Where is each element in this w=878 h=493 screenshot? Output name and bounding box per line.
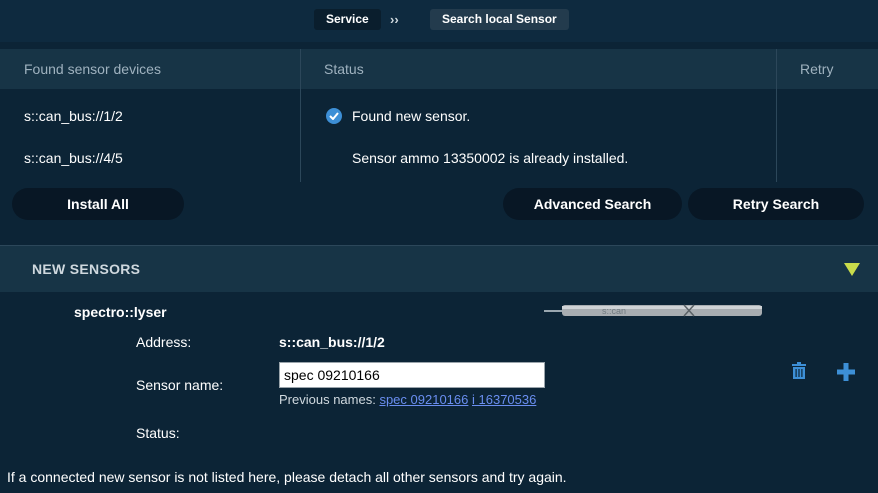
trash-icon[interactable] bbox=[792, 362, 806, 379]
sensor-image-label: s::can bbox=[602, 306, 626, 316]
address-value: s::can_bus://1/2 bbox=[279, 334, 385, 350]
address-label: Address: bbox=[136, 334, 192, 350]
plus-icon[interactable] bbox=[836, 362, 856, 382]
breadcrumb-current: Search local Sensor bbox=[430, 9, 569, 30]
breadcrumb-service[interactable]: Service bbox=[314, 9, 381, 30]
column-header-devices: Found sensor devices bbox=[24, 61, 161, 77]
triangle-down-icon[interactable] bbox=[844, 263, 860, 276]
table-row: s::can_bus://1/2 Found new sensor. bbox=[0, 93, 878, 139]
status-label: Status: bbox=[136, 425, 180, 441]
sensor-type-name: spectro::lyser bbox=[74, 304, 167, 320]
install-all-button[interactable]: Install All bbox=[12, 188, 184, 220]
table-row: s::can_bus://4/5 Sensor ammo 13350002 is… bbox=[0, 135, 878, 181]
advanced-search-button[interactable]: Advanced Search bbox=[503, 188, 682, 220]
previous-names: Previous names: spec 09210166 i 16370536 bbox=[279, 392, 536, 407]
device-address: s::can_bus://1/2 bbox=[24, 108, 123, 124]
previous-name-link[interactable]: i 16370536 bbox=[472, 392, 536, 407]
previous-names-label: Previous names: bbox=[279, 392, 376, 407]
table-header: Found sensor devices Status Retry bbox=[0, 49, 878, 89]
top-bar: Service ›› Search local Sensor bbox=[0, 0, 878, 42]
column-header-retry: Retry bbox=[800, 61, 834, 77]
previous-name-link[interactable]: spec 09210166 bbox=[379, 392, 468, 407]
sensor-image: s::can bbox=[544, 304, 762, 317]
new-sensors-header[interactable]: NEW SENSORS bbox=[0, 245, 878, 292]
footer-note: If a connected new sensor is not listed … bbox=[7, 469, 567, 485]
device-status: Sensor ammo 13350002 is already installe… bbox=[352, 150, 629, 166]
device-address: s::can_bus://4/5 bbox=[24, 150, 123, 166]
sensor-name-input[interactable] bbox=[279, 362, 545, 388]
sensor-name-label: Sensor name: bbox=[136, 377, 224, 393]
retry-search-button[interactable]: Retry Search bbox=[688, 188, 864, 220]
device-status: Found new sensor. bbox=[352, 108, 471, 124]
check-circle-icon bbox=[326, 108, 342, 124]
new-sensors-title: NEW SENSORS bbox=[32, 261, 141, 277]
column-header-status: Status bbox=[324, 61, 364, 77]
breadcrumb-separator-icon: ›› bbox=[390, 12, 399, 27]
